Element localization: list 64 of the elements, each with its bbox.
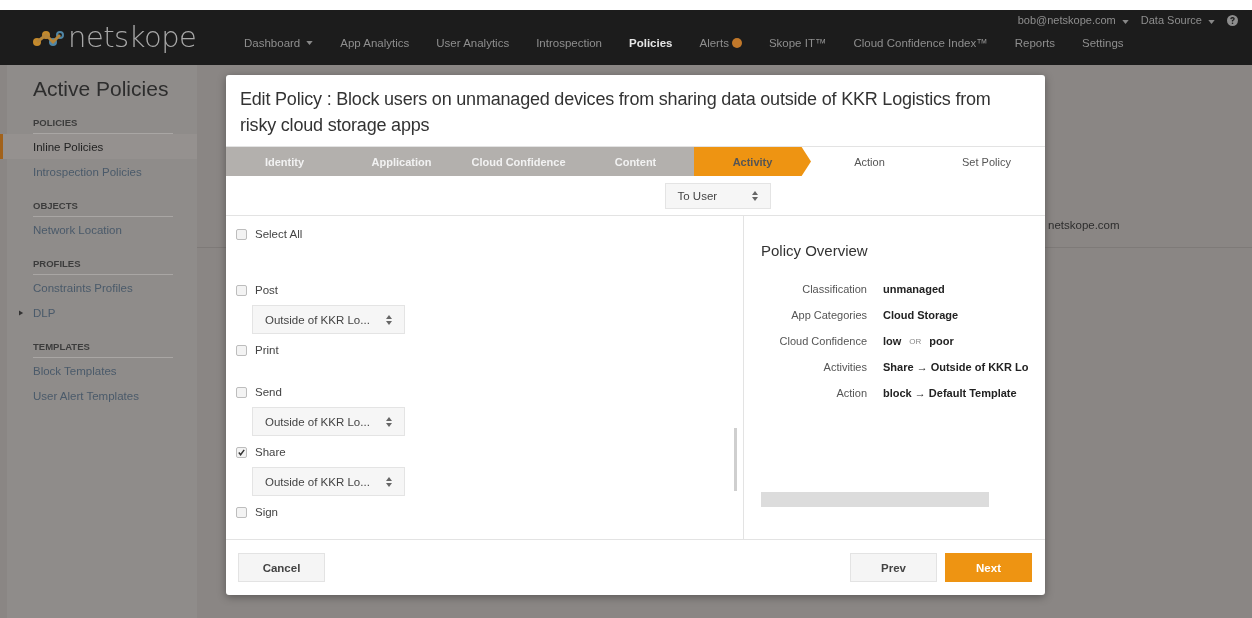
overview-value: block → Default Template [883,387,1017,399]
wizard-step[interactable]: Set Policy [928,147,1045,176]
checkbox[interactable] [236,506,247,518]
scrollbar-thumb[interactable] [734,428,737,491]
overview-value: Cloud Storage [883,309,959,321]
nav-item[interactable]: Skope IT™ [768,37,827,49]
nav-item[interactable]: Dashboard [244,37,314,49]
activity-label: Print [255,344,279,356]
nav-item[interactable]: Cloud Confidence Index™ [853,37,988,49]
up-down-arrows-icon [386,416,392,427]
nav-item[interactable]: User Analytics [436,37,510,49]
overview-label: Activities [822,361,867,373]
checkbox[interactable] [236,386,247,398]
nav-item[interactable]: App Analytics [340,37,410,49]
activity-label: Post [255,284,278,296]
activity-label: Select All [255,228,303,240]
wizard-step[interactable]: Activity [694,147,811,176]
checkbox[interactable] [236,344,247,356]
expand-icon[interactable] [19,310,24,316]
sidebar-title: Active Policies [33,77,170,101]
user-menu[interactable]: bob@netskope.com [1017,14,1129,26]
overview-value: low [883,335,902,347]
caret-icon [1121,20,1129,24]
caret-icon [1208,20,1215,24]
activity-label: Sign [255,506,279,518]
target-select[interactable]: Outside of KKR Lo... [252,407,405,436]
nav-item[interactable]: Settings [1081,37,1124,49]
up-down-arrows-icon [751,191,758,201]
sidebar-item[interactable]: Inline Policies [0,134,197,159]
overview-label: Action [835,387,867,399]
up-down-arrows-icon [386,314,392,325]
activity-label: Share [255,446,286,458]
direction-select[interactable]: To User [664,183,771,209]
up-down-arrows-icon [386,476,392,487]
overview-label: App Categories [790,309,867,321]
checkbox[interactable] [236,446,247,458]
nav-item[interactable]: Alerts [699,37,742,49]
overview-value: poor [929,335,954,347]
overview-value: Share → Outside of KKR Lo [883,361,1029,373]
overview-title: Policy Overview [761,242,869,259]
target-select[interactable]: Outside of KKR Lo... [252,305,405,334]
wizard-step[interactable]: Action [811,147,928,176]
dialog-button[interactable]: Prev [850,553,937,582]
nav-item[interactable]: Introspection [536,37,603,49]
overview-label: Cloud Confidence [778,335,867,347]
target-select[interactable]: Outside of KKR Lo... [252,467,405,496]
section-heading: PROFILES [33,252,173,275]
section-heading: TEMPLATES [33,335,173,358]
overview-label: Classification [801,283,867,295]
nav-item[interactable]: Policies [629,37,673,49]
help-icon[interactable] [1227,14,1238,26]
section-heading: OBJECTS [33,194,173,217]
overview-value: OR [909,336,922,346]
dialog-button[interactable]: Cancel [238,553,325,582]
email-text: netskope.com [1048,219,1120,231]
overview-value: unmanaged [883,283,945,295]
logo-icon [32,28,64,47]
checkbox[interactable] [236,228,247,240]
activity-label: Send [255,386,282,398]
nav-item[interactable]: Reports [1014,37,1055,49]
checkbox[interactable] [236,284,247,296]
logo-text: netskope [68,23,197,52]
data-source-menu[interactable]: Data Source [1140,14,1215,26]
dialog-title: Edit Policy : Block users on unmanaged devices from sharing data outside of KKR Logistics from risky cloud storage apps [239,88,992,137]
